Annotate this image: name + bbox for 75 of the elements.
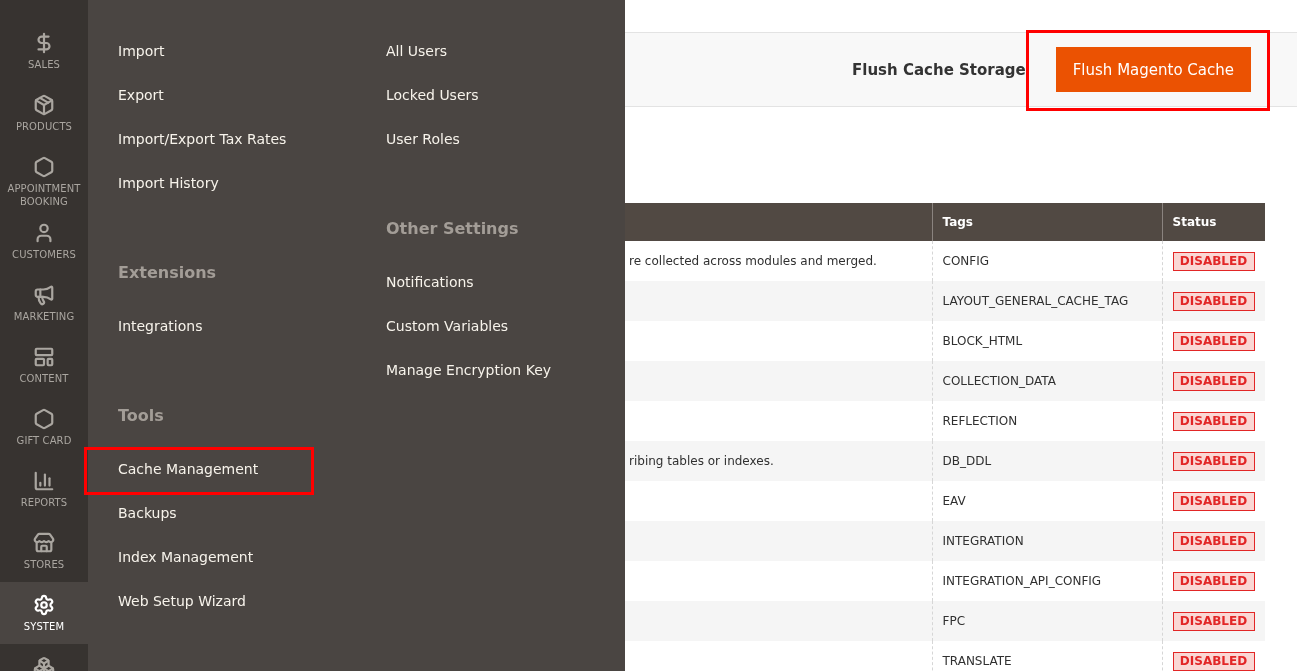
box-icon <box>33 94 55 116</box>
storefront-icon <box>33 532 55 554</box>
status-badge: DISABLED <box>1172 251 1255 271</box>
status-badge: DISABLED <box>1172 411 1255 431</box>
megaphone-icon <box>33 284 55 306</box>
bar-chart-icon <box>33 470 55 492</box>
menu-link[interactable]: Export <box>118 87 164 103</box>
menu-link[interactable]: Custom Variables <box>386 318 509 334</box>
nav-item[interactable]: SALES <box>0 20 88 82</box>
nav-item[interactable]: REPORTS <box>0 458 88 520</box>
menu-link[interactable]: Integrations <box>118 318 203 334</box>
nav-item[interactable]: PRODUCTS <box>0 82 88 144</box>
menu-link[interactable]: Index Management <box>118 549 254 565</box>
nav-label: SYSTEM <box>23 620 65 633</box>
menu-link[interactable]: Cache Management <box>118 461 259 477</box>
nav-label: PRODUCTS <box>15 120 73 133</box>
tag-cell: DB_DDL <box>942 454 992 468</box>
menu-link[interactable]: Manage Encryption Key <box>386 362 552 378</box>
status-badge: DISABLED <box>1172 611 1255 631</box>
section-title: Tools <box>118 405 164 427</box>
nav-label: CONTENT <box>19 372 69 385</box>
description-cell: re collected across modules and merged. <box>629 254 877 268</box>
settings-icon <box>33 594 55 616</box>
menu-link[interactable]: Import History <box>118 175 219 191</box>
column-header: Status <box>1162 203 1265 241</box>
menu-link[interactable]: Web Setup Wizard <box>118 593 246 609</box>
menu-link[interactable]: Import <box>118 43 165 59</box>
hexagon-icon <box>33 156 55 178</box>
nav-label: SALES <box>27 58 61 71</box>
tag-cell: TRANSLATE <box>942 654 1012 668</box>
tag-cell: BLOCK_HTML <box>942 334 1023 348</box>
nav-label: GIFT CARD <box>16 434 72 447</box>
menu-link[interactable]: User Roles <box>386 131 460 147</box>
nav-label: MARKETING <box>13 310 75 323</box>
tag-cell: CONFIG <box>942 254 990 268</box>
status-badge: DISABLED <box>1172 571 1255 591</box>
hexagon-icon <box>33 408 55 430</box>
menu-link[interactable]: Locked Users <box>386 87 479 103</box>
section-title: Extensions <box>118 262 217 284</box>
status-badge: DISABLED <box>1172 371 1255 391</box>
nav-label: STORES <box>23 558 65 571</box>
nav-label: APPOINTMENT BOOKING <box>6 182 82 208</box>
menu-link[interactable]: Import/Export Tax Rates <box>118 131 287 147</box>
status-badge: DISABLED <box>1172 491 1255 511</box>
status-badge: DISABLED <box>1172 451 1255 471</box>
tag-cell: INTEGRATION <box>942 534 1024 548</box>
menu-link[interactable]: Backups <box>118 505 177 521</box>
description-cell: ribing tables or indexes. <box>629 454 774 468</box>
section-title: Other Settings <box>386 218 519 240</box>
status-badge: DISABLED <box>1172 331 1255 351</box>
flush-cache-button[interactable]: Flush Magento Cache <box>1055 47 1251 92</box>
menu-link[interactable]: All Users <box>386 43 447 59</box>
layout-icon <box>33 346 55 368</box>
nav-item[interactable]: APPOINTMENT BOOKING <box>0 144 88 210</box>
tag-cell: FPC <box>942 614 966 628</box>
column-header: Tags <box>932 203 1162 241</box>
nav-item[interactable]: CONTENT <box>0 334 88 396</box>
nav-item[interactable]: CUSTOMERS <box>0 210 88 272</box>
nav-item[interactable]: SYSTEM <box>0 582 88 644</box>
menu-link[interactable]: Notifications <box>386 274 474 290</box>
tag-cell: COLLECTION_DATA <box>942 374 1056 388</box>
person-icon <box>33 222 55 244</box>
status-badge: DISABLED <box>1172 531 1255 551</box>
tag-cell: INTEGRATION_API_CONFIG <box>942 574 1102 588</box>
status-badge: DISABLED <box>1172 651 1255 671</box>
nav-item[interactable]: MARKETING <box>0 272 88 334</box>
tag-cell: EAV <box>942 494 966 508</box>
nav-label: REPORTS <box>20 496 68 509</box>
tag-cell: REFLECTION <box>942 414 1018 428</box>
status-badge: DISABLED <box>1172 291 1255 311</box>
nav-item[interactable]: STORES <box>0 520 88 582</box>
nav-label: CUSTOMERS <box>12 248 76 261</box>
nav-item[interactable]: GIFT CARD <box>0 396 88 458</box>
flush-cache-storage-link[interactable]: Flush Cache Storage <box>852 60 1026 79</box>
tag-cell: LAYOUT_GENERAL_CACHE_TAG <box>942 294 1129 308</box>
